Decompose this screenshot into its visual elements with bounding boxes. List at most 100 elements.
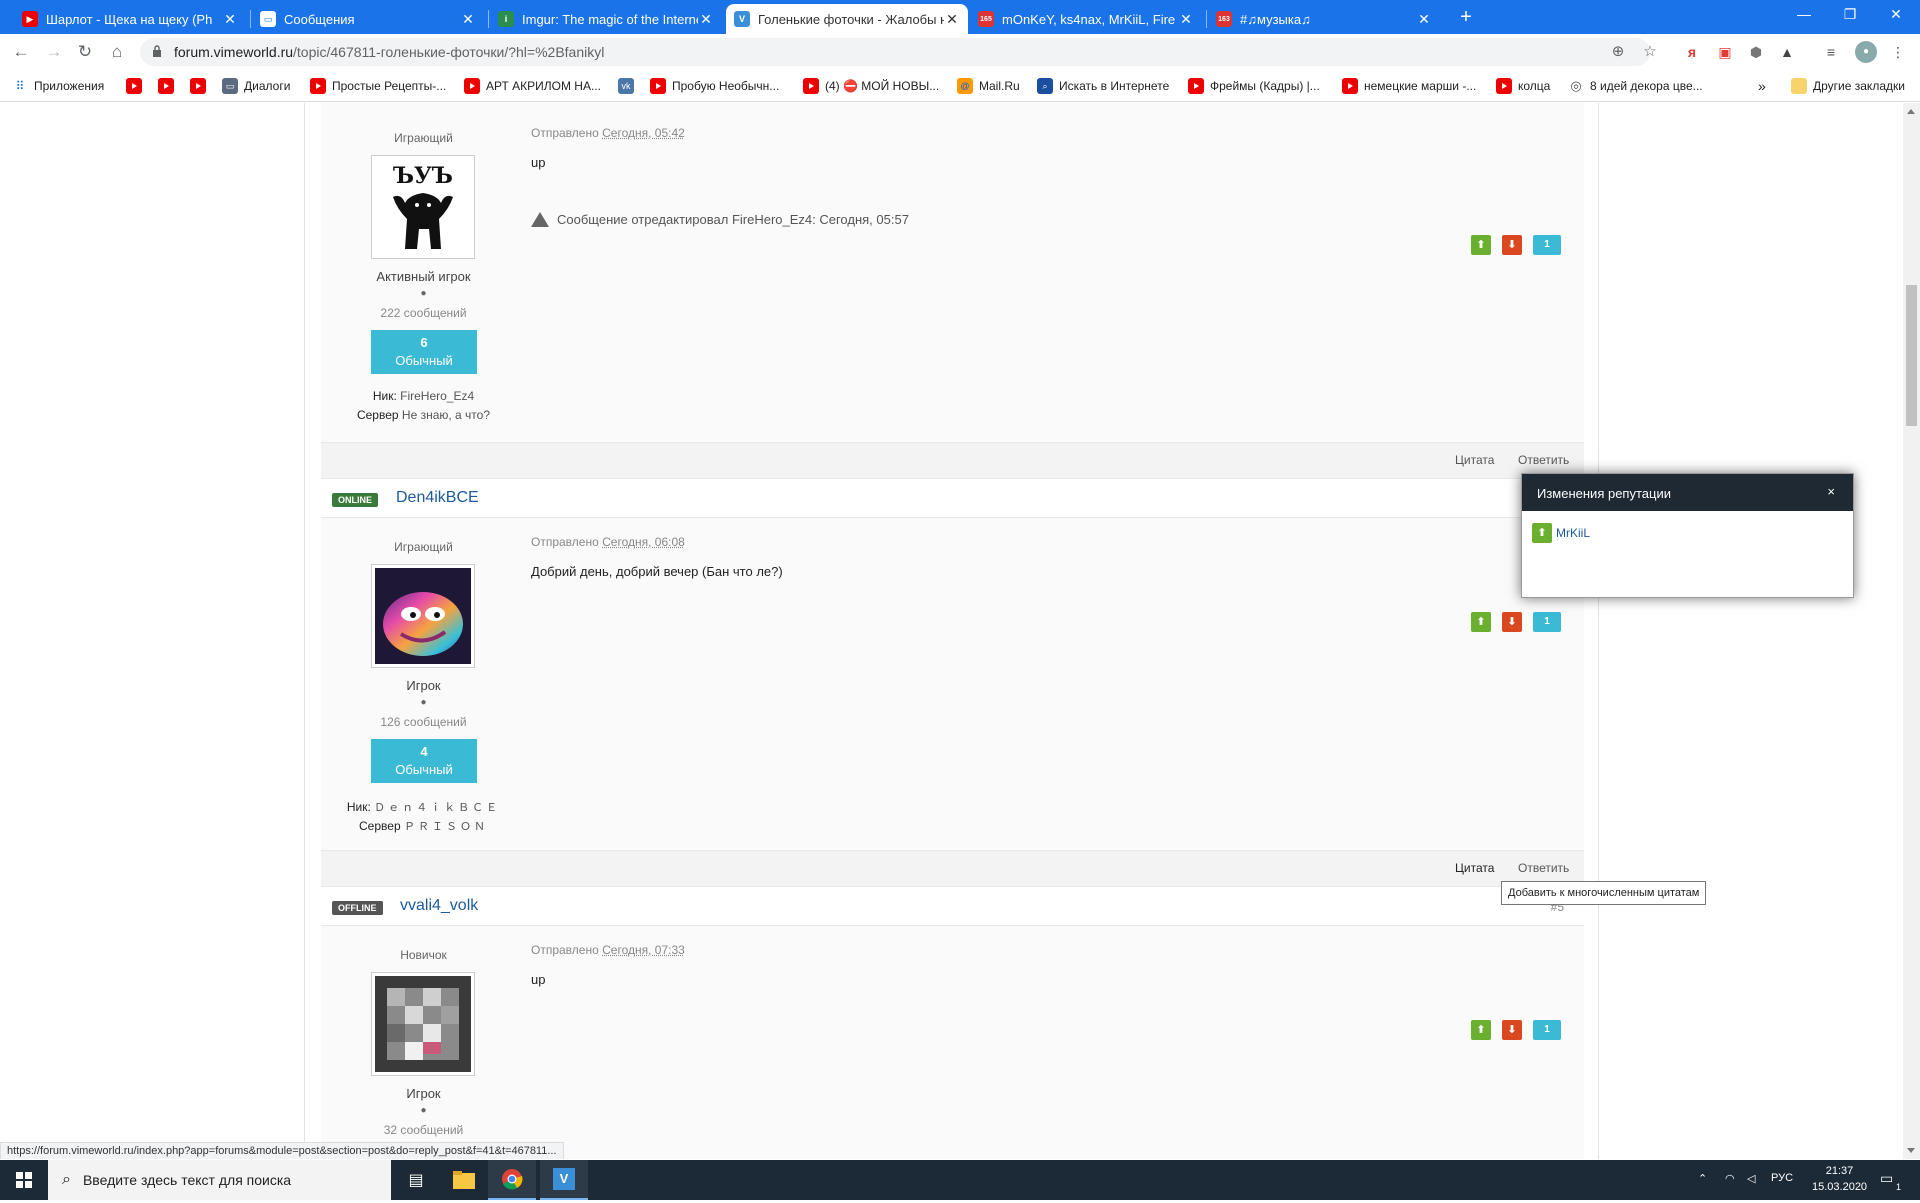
avatar[interactable] [371, 564, 475, 668]
bookmark-recipes[interactable]: Простые Рецепты-... [310, 76, 446, 96]
task-view-icon[interactable]: ▤ [392, 1160, 440, 1200]
bookmark-new[interactable]: (4) ⛔ МОЙ НОВЫ... [803, 76, 939, 96]
vimeworld-app-icon[interactable]: V [540, 1160, 588, 1200]
reply-button[interactable]: Ответить [1518, 861, 1569, 875]
chrome-icon[interactable] [488, 1160, 536, 1200]
rep-count[interactable]: 1 [1533, 612, 1561, 632]
bookmark-vk[interactable]: vk [618, 76, 640, 96]
clock[interactable]: 21:37 15.03.2020 [1812, 1163, 1867, 1195]
close-window-button[interactable]: ✕ [1873, 0, 1919, 30]
rep-up-button[interactable]: ⬆ [1471, 235, 1491, 255]
notifications-icon[interactable]: ▭ [1880, 1170, 1893, 1187]
home-icon[interactable]: ⌂ [105, 40, 129, 64]
bookmark-trying[interactable]: Пробую Необычн... [650, 76, 779, 96]
bookmark-marches[interactable]: немецкие марши -... [1342, 76, 1476, 96]
folder-icon [1791, 78, 1807, 94]
reply-button[interactable]: Ответить [1518, 453, 1569, 467]
bookmarks-overflow-button[interactable]: » [1758, 76, 1766, 96]
search-icon: ⌕ [1037, 78, 1053, 94]
bookmark-youtube[interactable] [126, 76, 148, 96]
bookmark-label: (4) ⛔ МОЙ НОВЫ... [825, 79, 939, 93]
language-indicator[interactable]: РУС [1771, 1172, 1793, 1184]
reload-icon[interactable]: ↻ [73, 40, 97, 64]
rep-count[interactable]: 1 [1533, 235, 1561, 255]
back-icon[interactable]: ← [9, 40, 33, 64]
post: Играющий Игрок ● 126 сообщений 4 Обычный… [321, 518, 1584, 868]
scroll-down-icon[interactable] [1907, 1148, 1915, 1153]
restore-button[interactable]: ❐ [1827, 0, 1873, 30]
author-link[interactable]: Den4ikBCE [396, 489, 479, 507]
file-explorer-icon[interactable] [440, 1160, 488, 1200]
bookmark-apps[interactable]: ⠿ Приложения [12, 76, 104, 96]
address-bar[interactable]: forum.vimeworld.ru/topic/467811-голеньки… [140, 38, 1650, 66]
close-icon[interactable]: ✕ [460, 11, 476, 28]
bookmark-mailru[interactable]: @ Mail.Ru [957, 76, 1020, 96]
rep-down-button[interactable]: ⬇ [1502, 235, 1522, 255]
extension-icon[interactable]: ⬢ [1745, 41, 1767, 63]
bookmark-label: колца [1518, 79, 1550, 93]
tab-title: mOnKeY, ks4nax, MrKiiL, Fire [1002, 12, 1178, 27]
rep-up-button[interactable]: ⬆ [1471, 1020, 1491, 1040]
yandex-icon[interactable]: я [1681, 41, 1703, 63]
nick-field: Ник: FireHero_Ez4 [321, 389, 526, 403]
bookmark-other[interactable]: Другие закладки [1791, 76, 1905, 96]
author-link[interactable]: vvali4_volk [400, 897, 478, 915]
avatar[interactable]: ЪУЪ [371, 155, 475, 259]
bookmark-frames[interactable]: Фреймы (Кадры) |... [1188, 76, 1320, 96]
tab-messages[interactable]: ▭ Сообщения ✕ [252, 4, 484, 34]
rep-up-button[interactable]: ⬆ [1471, 612, 1491, 632]
rep-down-button[interactable]: ⬇ [1502, 612, 1522, 632]
close-icon[interactable]: ✕ [944, 11, 960, 28]
bookmark-youtube[interactable] [190, 76, 212, 96]
start-button[interactable] [0, 1160, 48, 1200]
network-icon[interactable]: ◠ [1725, 1172, 1735, 1185]
bookmark-search[interactable]: ⌕ Искать в Интернете [1037, 76, 1169, 96]
quote-button[interactable]: Цитата [1455, 861, 1494, 875]
nick-label: Ник: [373, 389, 397, 403]
bookmark-decor[interactable]: ◎ 8 идей декора цве... [1568, 76, 1703, 96]
close-icon[interactable]: ✕ [1416, 11, 1432, 28]
taskbar: ⌕ Введите здесь текст для поиска ▤ V ⌃ ◠… [0, 1160, 1920, 1200]
rep-down-button[interactable]: ⬇ [1502, 1020, 1522, 1040]
posted-time: Сегодня, 06:08 [602, 535, 685, 549]
bookmark-dialogs[interactable]: ▭ Диалоги [222, 76, 290, 96]
close-icon[interactable]: ✕ [1178, 11, 1194, 28]
menu-icon[interactable]: ⋮ [1887, 41, 1909, 63]
avatar[interactable] [371, 972, 475, 1076]
svg-text:ЪУЪ: ЪУЪ [393, 163, 453, 189]
taskbar-search[interactable]: ⌕ Введите здесь текст для поиска [48, 1160, 391, 1200]
new-tab-button[interactable]: + [1454, 5, 1478, 29]
quote-button[interactable]: Цитата [1455, 453, 1494, 467]
tab-vk-music[interactable]: 163 #♫музыка♫ ✕ [1208, 4, 1440, 34]
tab-youtube[interactable]: ▶ Шарлот - Щека на щеку (Ph ✕ [14, 4, 246, 34]
volume-icon[interactable]: ◁ [1747, 1172, 1755, 1185]
bookmark-rings[interactable]: колца [1496, 76, 1550, 96]
rep-user-link[interactable]: MrKiiL [1556, 526, 1590, 540]
url-path: /topic/467811-голенькие-фоточки/?hl=%2Bf… [293, 44, 604, 60]
avatar[interactable]: ● [1855, 41, 1877, 63]
playlist-icon[interactable]: ≡ [1820, 41, 1842, 63]
close-icon[interactable]: ✕ [698, 11, 714, 28]
forward-icon[interactable]: → [42, 40, 66, 64]
star-icon[interactable]: ☆ [1640, 42, 1660, 62]
scroll-up-icon[interactable] [1907, 109, 1915, 114]
bookmark-label: Другие закладки [1813, 79, 1905, 93]
tray-chevron-icon[interactable]: ⌃ [1698, 1172, 1707, 1185]
chat-icon: ▭ [260, 11, 276, 27]
minimize-button[interactable]: — [1781, 0, 1827, 30]
tab-vimeworld-active[interactable]: V Голенькие фоточки - Жалобы н ✕ [726, 4, 968, 34]
bookmark-youtube[interactable] [158, 76, 180, 96]
close-icon[interactable]: ✕ [222, 11, 238, 28]
extension-icon[interactable]: ▲ [1776, 41, 1798, 63]
zoom-icon[interactable]: ⊕ [1608, 42, 1628, 62]
scrollbar-thumb[interactable] [1906, 285, 1917, 426]
extension-icon[interactable]: ▣ [1714, 41, 1736, 63]
posted-label: Отправлено [531, 535, 599, 549]
bookmark-art[interactable]: АРТ АКРИЛОМ НА... [464, 76, 601, 96]
tab-imgur[interactable]: i Imgur: The magic of the Internet ✕ [490, 4, 722, 34]
bookmark-label: Пробую Необычн... [672, 79, 779, 93]
close-button[interactable]: × [1827, 484, 1835, 499]
tab-vk-chat[interactable]: 165 mOnKeY, ks4nax, MrKiiL, Fire ✕ [970, 4, 1202, 34]
scrollbar[interactable] [1903, 103, 1920, 1159]
rep-count[interactable]: 1 [1533, 1020, 1561, 1040]
